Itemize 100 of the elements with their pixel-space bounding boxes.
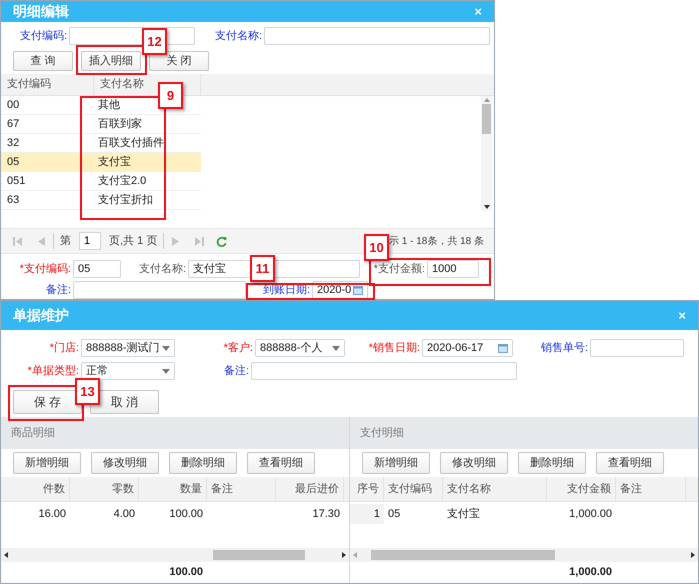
button[interactable]: 保 存 bbox=[13, 390, 82, 414]
scroll-thumb[interactable] bbox=[213, 550, 305, 560]
callout-badge: 12 bbox=[142, 28, 167, 55]
table-row[interactable]: 32 百联支付插件 bbox=[1, 134, 201, 153]
input-field[interactable] bbox=[73, 281, 246, 299]
input-field[interactable] bbox=[251, 362, 517, 380]
column-header[interactable]: 支付编码 bbox=[384, 477, 443, 501]
field-label: *门店: bbox=[50, 340, 79, 356]
table-cell-text: 051 bbox=[6, 174, 26, 189]
total-cell-text: 1,000.00 bbox=[568, 564, 613, 580]
select-field[interactable]: 正常 bbox=[81, 362, 175, 380]
table-row[interactable]: 051 支付宝2.0 bbox=[1, 172, 201, 191]
up-arrow-icon bbox=[484, 98, 490, 102]
column-header[interactable]: 支付金额 bbox=[547, 477, 616, 501]
button[interactable]: 新增明细 bbox=[362, 452, 430, 474]
field-label: 支付名称: bbox=[138, 262, 186, 277]
button[interactable]: 新增明细 bbox=[13, 452, 81, 474]
column-header[interactable]: 序号 bbox=[350, 477, 384, 501]
table-row[interactable]: 05 支付宝 bbox=[1, 153, 201, 172]
field-label: *销售日期: bbox=[368, 340, 420, 356]
panel-title: 商品明细 bbox=[11, 426, 55, 441]
table-cell-text: 4.00 bbox=[112, 506, 136, 522]
table-cell-text: 支付宝 bbox=[97, 154, 132, 170]
table-row[interactable]: 63 支付宝折扣 bbox=[1, 191, 201, 210]
scroll-thumb[interactable] bbox=[482, 104, 491, 134]
field-label: 支付名称: bbox=[214, 28, 262, 44]
table-cell-text: 05 bbox=[387, 506, 402, 522]
page-number-field[interactable]: 1 bbox=[79, 232, 101, 250]
table-cell-text: 百联支付插件 bbox=[97, 136, 165, 151]
callout-badge: 13 bbox=[75, 378, 100, 405]
first-page-icon[interactable] bbox=[13, 236, 22, 246]
column-header[interactable]: 备注 bbox=[616, 477, 686, 501]
select-field[interactable]: 888888-个人 bbox=[255, 339, 345, 357]
input-field[interactable] bbox=[264, 27, 490, 45]
column-header[interactable]: 零数 bbox=[70, 477, 139, 501]
button[interactable]: 关 闭 bbox=[149, 51, 209, 71]
table-cell-text: 100.00 bbox=[168, 506, 204, 522]
page-summary: 示 1 - 18条，共 18 条 bbox=[388, 234, 484, 248]
button[interactable]: 查看明细 bbox=[247, 452, 315, 474]
field-label: 备注: bbox=[46, 282, 71, 298]
button[interactable]: 查看明细 bbox=[596, 452, 664, 474]
column-header[interactable]: 件数 bbox=[1, 477, 70, 501]
refresh-icon[interactable] bbox=[216, 236, 228, 246]
table-cell-text: 00 bbox=[6, 98, 20, 113]
table-cell-text: 百联到家 bbox=[97, 116, 143, 132]
table-cell-text: 63 bbox=[6, 192, 20, 208]
left-arrow-icon bbox=[4, 552, 8, 558]
table-cell: 1 bbox=[350, 504, 384, 524]
calendar-icon bbox=[498, 343, 508, 353]
field-label: *客户: bbox=[224, 340, 253, 356]
field-label: *单据类型: bbox=[28, 364, 79, 379]
button[interactable]: 查 询 bbox=[13, 51, 73, 71]
button[interactable]: 删除明细 bbox=[518, 452, 586, 474]
scroll-thumb[interactable] bbox=[371, 550, 555, 560]
button[interactable]: 修改明细 bbox=[440, 452, 508, 474]
table-row[interactable]: 67 百联到家 bbox=[1, 115, 201, 134]
input-field[interactable]: 05 bbox=[73, 260, 121, 278]
calendar-icon bbox=[353, 285, 363, 295]
highlight-frame bbox=[76, 45, 147, 75]
select-field[interactable]: 888888-测试门 bbox=[81, 339, 175, 357]
caret-icon bbox=[162, 346, 170, 350]
table-cell-text: 17.30 bbox=[311, 506, 341, 522]
table-cell-text: 支付宝 bbox=[446, 506, 481, 522]
field-label: 备注: bbox=[224, 364, 249, 379]
pager-label: 页,共 1 页 bbox=[109, 232, 164, 250]
table-cell-text: 1,000.00 bbox=[568, 506, 613, 522]
input-field[interactable] bbox=[590, 339, 684, 357]
table-cell-text: 支付宝2.0 bbox=[97, 174, 148, 189]
callout-badge: 11 bbox=[250, 255, 275, 282]
last-page-icon[interactable] bbox=[195, 236, 204, 246]
button[interactable]: 插入明细 bbox=[81, 51, 141, 71]
button[interactable]: 删除明细 bbox=[169, 452, 237, 474]
table-cell-text: 67 bbox=[6, 116, 20, 132]
scrollbar[interactable] bbox=[1, 548, 349, 562]
button[interactable]: 修改明细 bbox=[91, 452, 159, 474]
caret-icon bbox=[332, 346, 340, 350]
right-arrow-icon bbox=[342, 552, 346, 558]
callout-badge: 10 bbox=[364, 234, 389, 261]
window-title: 单据维护 bbox=[13, 306, 69, 325]
next-page-icon[interactable] bbox=[172, 236, 180, 246]
input-field[interactable]: 1000 bbox=[427, 260, 479, 278]
table-cell-text: 16.00 bbox=[37, 506, 67, 522]
table-cell-text: 05 bbox=[6, 154, 20, 170]
left-arrow-icon bbox=[353, 552, 357, 558]
date-field[interactable]: 2020-06-17 bbox=[422, 339, 513, 357]
scrollbar[interactable] bbox=[350, 548, 698, 562]
column-header[interactable]: 备注 bbox=[207, 477, 276, 501]
column-header[interactable]: 支付名称 bbox=[443, 477, 547, 501]
table-cell-text: 支付宝折扣 bbox=[97, 192, 154, 208]
table-cell-text: 其他 bbox=[97, 98, 121, 113]
column-header[interactable]: 最后进价 bbox=[276, 477, 344, 501]
right-arrow-icon bbox=[691, 552, 695, 558]
previous-page-icon[interactable] bbox=[38, 236, 45, 246]
field-label: 支付编码: bbox=[20, 28, 67, 44]
pager-label: 第 bbox=[53, 232, 71, 250]
column-header[interactable]: 支付编码 bbox=[1, 74, 94, 95]
field-label: 销售单号: bbox=[540, 340, 588, 356]
column-header[interactable]: 数量 bbox=[139, 477, 207, 501]
panel-title: 支付明细 bbox=[360, 426, 404, 441]
scrollbar[interactable] bbox=[481, 96, 492, 211]
